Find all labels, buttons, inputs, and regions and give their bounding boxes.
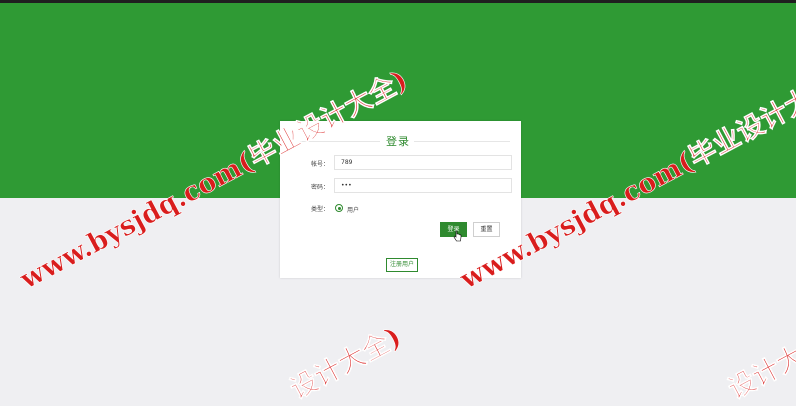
title-divider-right	[414, 141, 510, 142]
reset-button[interactable]: 重置	[473, 222, 500, 237]
account-label: 帐号：	[311, 161, 330, 168]
type-label: 类型：	[311, 206, 330, 213]
login-title: 登录	[386, 135, 410, 148]
role-option-label[interactable]: 用户	[347, 205, 359, 214]
role-radio-user[interactable]	[335, 204, 343, 212]
hand-cursor-icon	[453, 230, 462, 242]
password-input[interactable]: •••	[334, 178, 512, 193]
password-label: 密码：	[311, 184, 330, 191]
register-button[interactable]: 注册用户	[386, 258, 418, 272]
account-input[interactable]: 789	[334, 155, 512, 170]
radio-selected-dot	[338, 207, 341, 210]
